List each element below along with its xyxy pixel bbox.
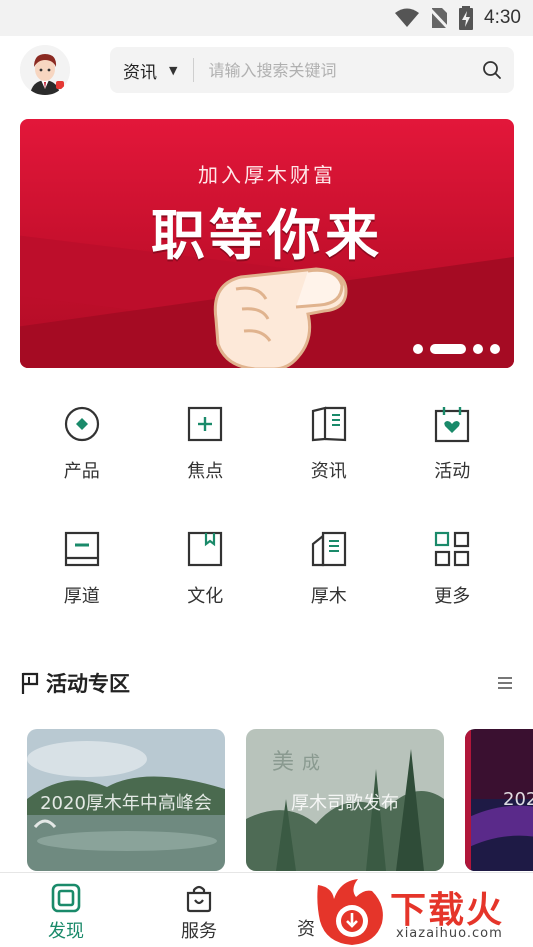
activity-card-caption: 2020厚木年中高峰会 [40, 793, 212, 814]
menu-item-integrity[interactable]: 厚道 [20, 529, 144, 608]
product-icon [62, 404, 102, 444]
section-header: 活动专区 [20, 665, 514, 701]
search-category-select[interactable]: 资讯 ▼ [110, 58, 177, 83]
carousel-dot-active[interactable] [430, 344, 466, 354]
activity-card-caption: 厚木司歌发布 [291, 793, 399, 814]
pointing-hand-illustration [213, 267, 348, 368]
search-bar: 资讯 ▼ [110, 47, 514, 93]
menu-item-focus[interactable]: 焦点 [144, 404, 268, 483]
news-icon [309, 404, 349, 444]
nav-tab-services[interactable]: 服务 [159, 883, 239, 943]
menu-item-label: 活动 [434, 461, 471, 482]
menu-item-culture[interactable]: 文化 [144, 529, 268, 608]
status-bar: 4:30 [0, 0, 533, 36]
menu-item-news[interactable]: 资讯 [267, 404, 391, 483]
focus-icon [185, 404, 225, 444]
culture-icon [185, 529, 225, 569]
discover-icon [51, 883, 81, 913]
svg-text:美: 美 [272, 750, 294, 775]
menu-item-label: 厚道 [63, 586, 100, 607]
watermark-logo: 下载火 xiazaihuo.com [312, 877, 532, 947]
services-icon [186, 885, 212, 913]
nav-tab-label: 发现 [48, 921, 84, 942]
menu-item-label: 更多 [434, 586, 471, 607]
search-input[interactable] [208, 60, 470, 80]
search-divider [193, 58, 195, 82]
activity-card[interactable]: 2020厚木年中高峰会 [27, 729, 225, 871]
avatar-image [20, 45, 70, 95]
menu-item-label: 产品 [63, 461, 100, 482]
flame-logo-icon [317, 879, 383, 945]
integrity-icon [62, 529, 102, 569]
carousel-indicator [413, 344, 500, 354]
banner-subtitle: 加入厚木财富 [198, 163, 336, 187]
nav-tab-label: 服务 [181, 921, 217, 942]
activity-card[interactable]: 202 [465, 729, 533, 871]
carousel-dot[interactable] [473, 344, 483, 354]
wifi-icon [395, 8, 420, 27]
more-grid-icon [432, 529, 472, 569]
activity-carousel: 2020厚木年中高峰会 美 成 厚木司歌发布 202 [27, 729, 533, 871]
banner-carousel[interactable]: 加入厚木财富 职等你来 [20, 119, 514, 368]
app-screen: 4:30 资讯 ▼ 请输入搜索关键词 加入厚木财富 职等你来 产品 焦点 资讯 … [0, 0, 533, 947]
search-category-label: 资讯 [123, 62, 157, 83]
list-menu-icon[interactable] [496, 675, 514, 691]
houmu-icon [309, 529, 349, 569]
clock: 4:30 [484, 7, 521, 28]
search-icon [483, 61, 501, 79]
activity-icon [432, 404, 472, 444]
menu-item-houmu[interactable]: 厚木 [267, 529, 391, 608]
search-button[interactable] [470, 47, 514, 93]
carousel-dot[interactable] [490, 344, 500, 354]
menu-item-activity[interactable]: 活动 [391, 404, 515, 483]
carousel-dot[interactable] [413, 344, 423, 354]
quick-menu-grid: 产品 焦点 资讯 活动 厚道 文化 厚木 更多 [20, 404, 514, 608]
flag-icon [21, 672, 39, 694]
menu-item-label: 资讯 [310, 461, 347, 482]
battery-charging-icon [459, 6, 474, 30]
no-sim-icon [430, 7, 449, 29]
activity-card-caption: 202 [503, 789, 533, 810]
avatar[interactable] [20, 45, 70, 95]
menu-item-more[interactable]: 更多 [391, 529, 515, 608]
watermark-url: xiazaihuo.com [396, 926, 503, 941]
dropdown-arrow-icon: ▼ [169, 63, 178, 77]
nav-tab-discover[interactable]: 发现 [26, 883, 106, 943]
svg-text:成: 成 [302, 753, 320, 774]
menu-item-label: 焦点 [187, 461, 224, 482]
section-title: 活动专区 [46, 672, 130, 696]
menu-item-label: 厚木 [310, 586, 347, 607]
menu-item-product[interactable]: 产品 [20, 404, 144, 483]
menu-item-label: 文化 [187, 586, 224, 607]
activity-card[interactable]: 美 成 厚木司歌发布 [246, 729, 444, 871]
